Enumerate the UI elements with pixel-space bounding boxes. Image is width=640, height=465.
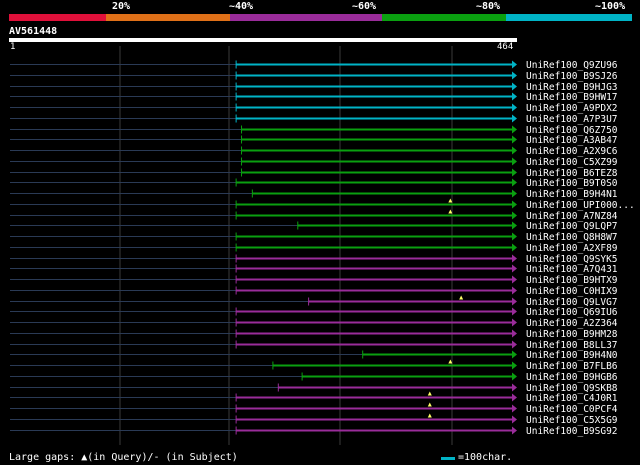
blast-alignment-viewer: 20% ~40% ~60% ~80% ~100% AV561448 1 464 …	[0, 0, 640, 465]
hit-end-arrow	[512, 71, 517, 80]
hit-end-arrow	[512, 135, 517, 144]
hit-end-arrow	[512, 92, 517, 101]
hit-end-arrow	[512, 189, 517, 198]
hit-label: UniRef100_C5XZ99	[526, 157, 618, 168]
hit-end-arrow	[512, 286, 517, 295]
hit-end-arrow	[512, 372, 517, 381]
hit-label: UniRef100_C5X5G9	[526, 415, 618, 426]
hit-label: UniRef100_B9HW17	[526, 92, 618, 103]
hit-end-arrow	[512, 60, 517, 69]
hit-end-arrow	[512, 157, 517, 166]
hit-label: UniRef100_A7Q431	[526, 264, 618, 275]
hit-end-arrow	[512, 82, 517, 91]
hit-label: UniRef100_B9SG92	[526, 426, 618, 437]
hit-label: UniRef100_C0HIX9	[526, 286, 618, 297]
hit-label: UniRef100_Q9LQP7	[526, 221, 618, 232]
hit-end-arrow	[512, 211, 517, 220]
hit-label: UniRef100_A9PDX2	[526, 103, 618, 114]
hit-label: UniRef100_A2XF89	[526, 243, 618, 254]
hit-alignments: UniRef100_Q9ZU96UniRef100_B9SJ26 UniRef10…	[10, 46, 635, 445]
hit-label: UniRef100_B9HTX9	[526, 275, 618, 286]
hit-label: UniRef100_A2X9C6	[526, 146, 618, 157]
hit-end-arrow	[512, 168, 517, 177]
hit-end-arrow	[512, 415, 517, 424]
hit-end-arrow	[512, 340, 517, 349]
hit-end-arrow	[512, 393, 517, 402]
scale-legend-bar	[441, 457, 455, 460]
hit-label: UniRef100_B9HM28	[526, 329, 618, 340]
scale-legend-text: =100char.	[458, 452, 513, 463]
hit-label: UniRef100_Q9ZU96	[526, 60, 618, 71]
hit-end-arrow	[512, 178, 517, 187]
hit-label: UniRef100_A7P3U7	[526, 114, 618, 125]
hit-end-arrow	[512, 329, 517, 338]
hit-label: UniRef100_UPI000...	[526, 200, 635, 211]
hit-label: UniRef100_B9H4N1	[526, 189, 618, 200]
hit-label: UniRef100_B9T0S0	[526, 178, 618, 189]
hit-end-arrow	[512, 125, 517, 134]
query-gap-marker	[427, 413, 432, 418]
hit-end-arrow	[512, 297, 517, 306]
hit-label: UniRef100_Q8H8W7	[526, 232, 618, 243]
hit-label: UniRef100_B9HGB6	[526, 372, 618, 383]
hit-end-arrow	[512, 404, 517, 413]
hit-end-arrow	[512, 103, 517, 112]
hit-end-arrow	[512, 243, 517, 252]
hit-end-arrow	[512, 361, 517, 370]
hit-end-arrow	[512, 221, 517, 230]
hit-end-arrow	[512, 318, 517, 327]
hit-label: UniRef100_A2Z364	[526, 318, 618, 329]
hit-end-arrow	[512, 146, 517, 155]
query-gap-marker	[427, 402, 432, 407]
hit-label: UniRef100_B9SJ26	[526, 71, 618, 82]
hit-end-arrow	[512, 307, 517, 316]
hit-end-arrow	[512, 254, 517, 263]
hit-label: UniRef100_C0PCF4	[526, 404, 618, 415]
query-gap-marker	[459, 295, 464, 300]
hit-label: UniRef100_Q69IU6	[526, 307, 618, 318]
gaps-legend: Large gaps: ▲(in Query)/- (in Subject)	[9, 452, 238, 463]
hit-end-arrow	[512, 350, 517, 359]
hit-end-arrow	[512, 114, 517, 123]
hit-label: UniRef100_C4J0R1	[526, 393, 618, 404]
hit-label: UniRef100_B9H4N0	[526, 350, 618, 361]
hit-end-arrow	[512, 232, 517, 241]
hit-label: UniRef100_B7FLB6	[526, 361, 618, 372]
hit-end-arrow	[512, 264, 517, 273]
hit-end-arrow	[512, 200, 517, 209]
hit-label: UniRef100_A3AB47	[526, 135, 618, 146]
query-gap-marker	[427, 391, 432, 396]
hit-end-arrow	[512, 383, 517, 392]
hit-end-arrow	[512, 426, 517, 435]
hit-end-arrow	[512, 275, 517, 284]
